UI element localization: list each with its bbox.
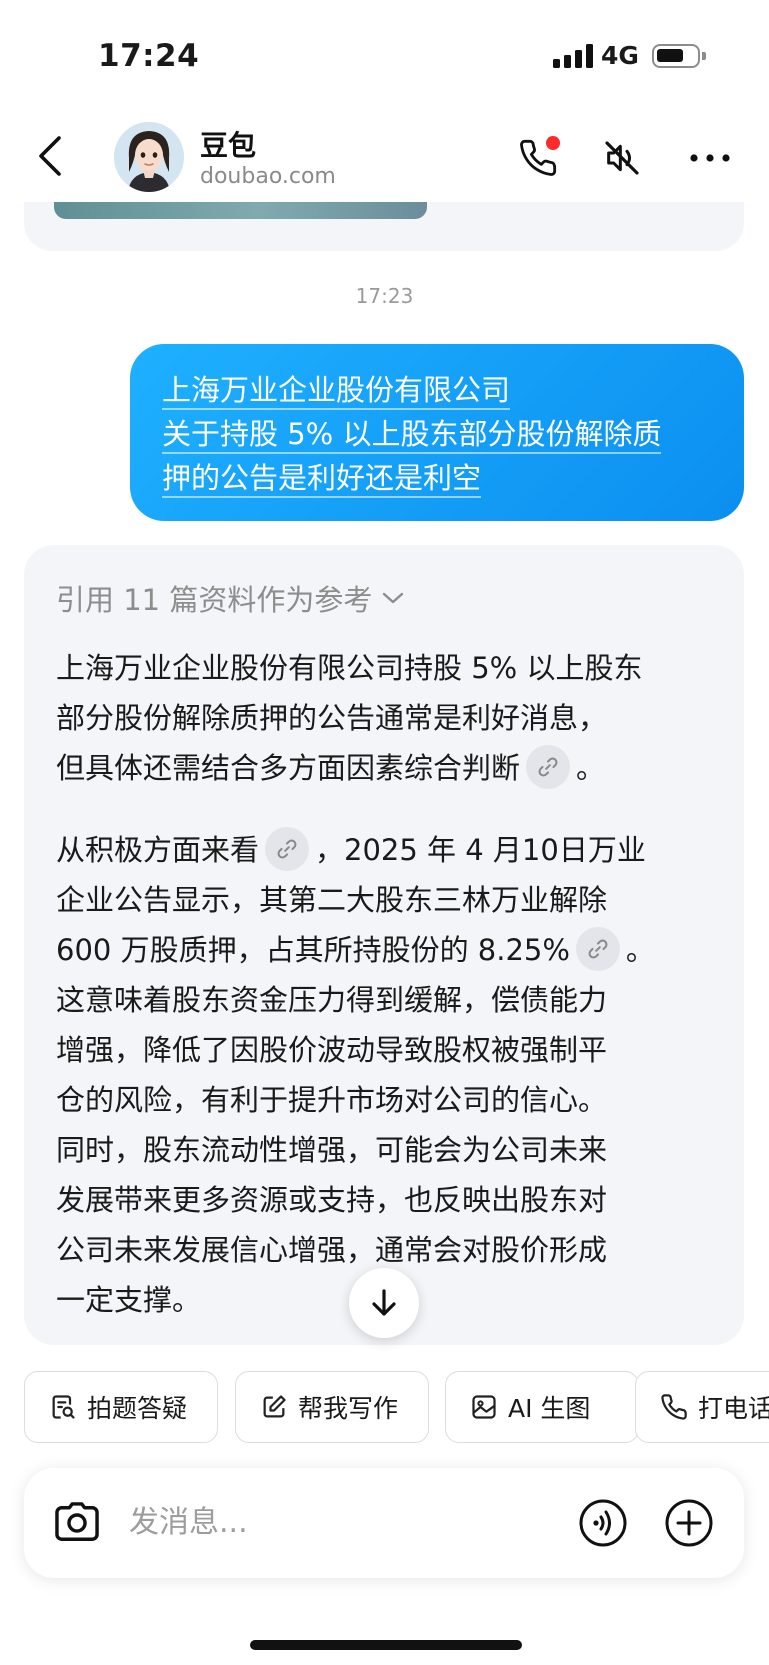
notification-dot [546, 136, 560, 150]
citation-link-button[interactable] [575, 927, 620, 971]
quick-action-label: 拍题答疑 [87, 1394, 188, 1423]
home-indicator [250, 1640, 522, 1650]
speaker-muted-icon [605, 141, 639, 175]
link-icon [588, 939, 608, 959]
reply-paragraph: 从积极方面来看 ，2025 年 4 月10日万业 企业公告显示，其第二大股东三林万… [56, 825, 655, 1325]
quick-action-call[interactable]: 打电话 [635, 1371, 769, 1443]
plus-circle-icon [665, 1499, 713, 1547]
citation-link-button[interactable] [265, 827, 310, 871]
quick-action-label: 打电话 [698, 1394, 769, 1423]
quick-action-photo-question[interactable]: 拍题答疑 [24, 1371, 218, 1443]
add-attachment-button[interactable] [664, 1498, 714, 1548]
chat-header: 豆包 doubao.com [0, 110, 769, 202]
photo-search-icon [52, 1395, 75, 1419]
more-button[interactable] [686, 134, 734, 182]
reply-paragraph: 上海万业企业股份有限公司持股 5% 以上股东 部分股份解除质押的公告通常是利好消… [56, 643, 642, 793]
chevron-down-icon [383, 592, 404, 604]
citation-link-button[interactable] [526, 745, 571, 789]
user-message-line: 关于持股 5% 以上股东部分股份解除质 [162, 412, 716, 456]
camera-button[interactable] [52, 1498, 102, 1548]
arrow-down-icon [372, 1289, 396, 1316]
avatar[interactable] [114, 122, 184, 192]
user-message-bubble[interactable]: 上海万业企业股份有限公司 关于持股 5% 以上股东部分股份解除质 押的公告是利好… [130, 344, 744, 521]
edit-icon [263, 1395, 286, 1418]
quick-actions-bar: 拍题答疑 帮我写作 AI 生图 打电话 [0, 1345, 769, 1465]
network-type: 4G [601, 41, 639, 70]
quick-action-label: AI 生图 [508, 1394, 591, 1423]
voice-input-button[interactable] [578, 1498, 628, 1548]
image-icon [472, 1395, 496, 1419]
chevron-left-icon [39, 136, 61, 176]
quick-action-writing[interactable]: 帮我写作 [235, 1371, 429, 1443]
battery-icon [652, 44, 706, 68]
more-dots-icon [690, 154, 730, 162]
status-time: 17:24 [98, 38, 200, 74]
assistant-reply-card: 引用 11 篇资料作为参考 上海万业企业股份有限公司持股 5% 以上股东 部分股… [24, 545, 744, 1345]
signal-icon [553, 44, 593, 68]
user-message-line: 押的公告是利好还是利空 [162, 456, 716, 500]
status-bar: 17:24 4G [0, 0, 769, 110]
mute-button[interactable] [598, 134, 646, 182]
camera-icon [55, 1502, 99, 1541]
link-icon [277, 839, 297, 859]
voice-call-button[interactable] [514, 134, 562, 182]
bot-name: 豆包 [200, 129, 257, 162]
avatar-image [114, 122, 184, 192]
voice-wave-icon [579, 1499, 627, 1547]
message-input[interactable] [129, 1492, 549, 1552]
bot-domain: doubao.com [200, 164, 336, 189]
link-icon [538, 757, 558, 777]
message-composer [24, 1468, 744, 1578]
user-message-line: 上海万业企业股份有限公司 [162, 368, 716, 412]
references-toggle[interactable]: 引用 11 篇资料作为参考 [56, 577, 404, 619]
back-button[interactable] [30, 132, 70, 180]
phone-icon [661, 1394, 687, 1420]
scroll-to-bottom-button[interactable] [349, 1268, 419, 1338]
message-timestamp: 17:23 [355, 284, 414, 308]
references-label: 引用 11 篇资料作为参考 [56, 583, 373, 617]
quick-action-ai-image[interactable]: AI 生图 [445, 1371, 639, 1443]
quick-action-label: 帮我写作 [298, 1394, 399, 1423]
